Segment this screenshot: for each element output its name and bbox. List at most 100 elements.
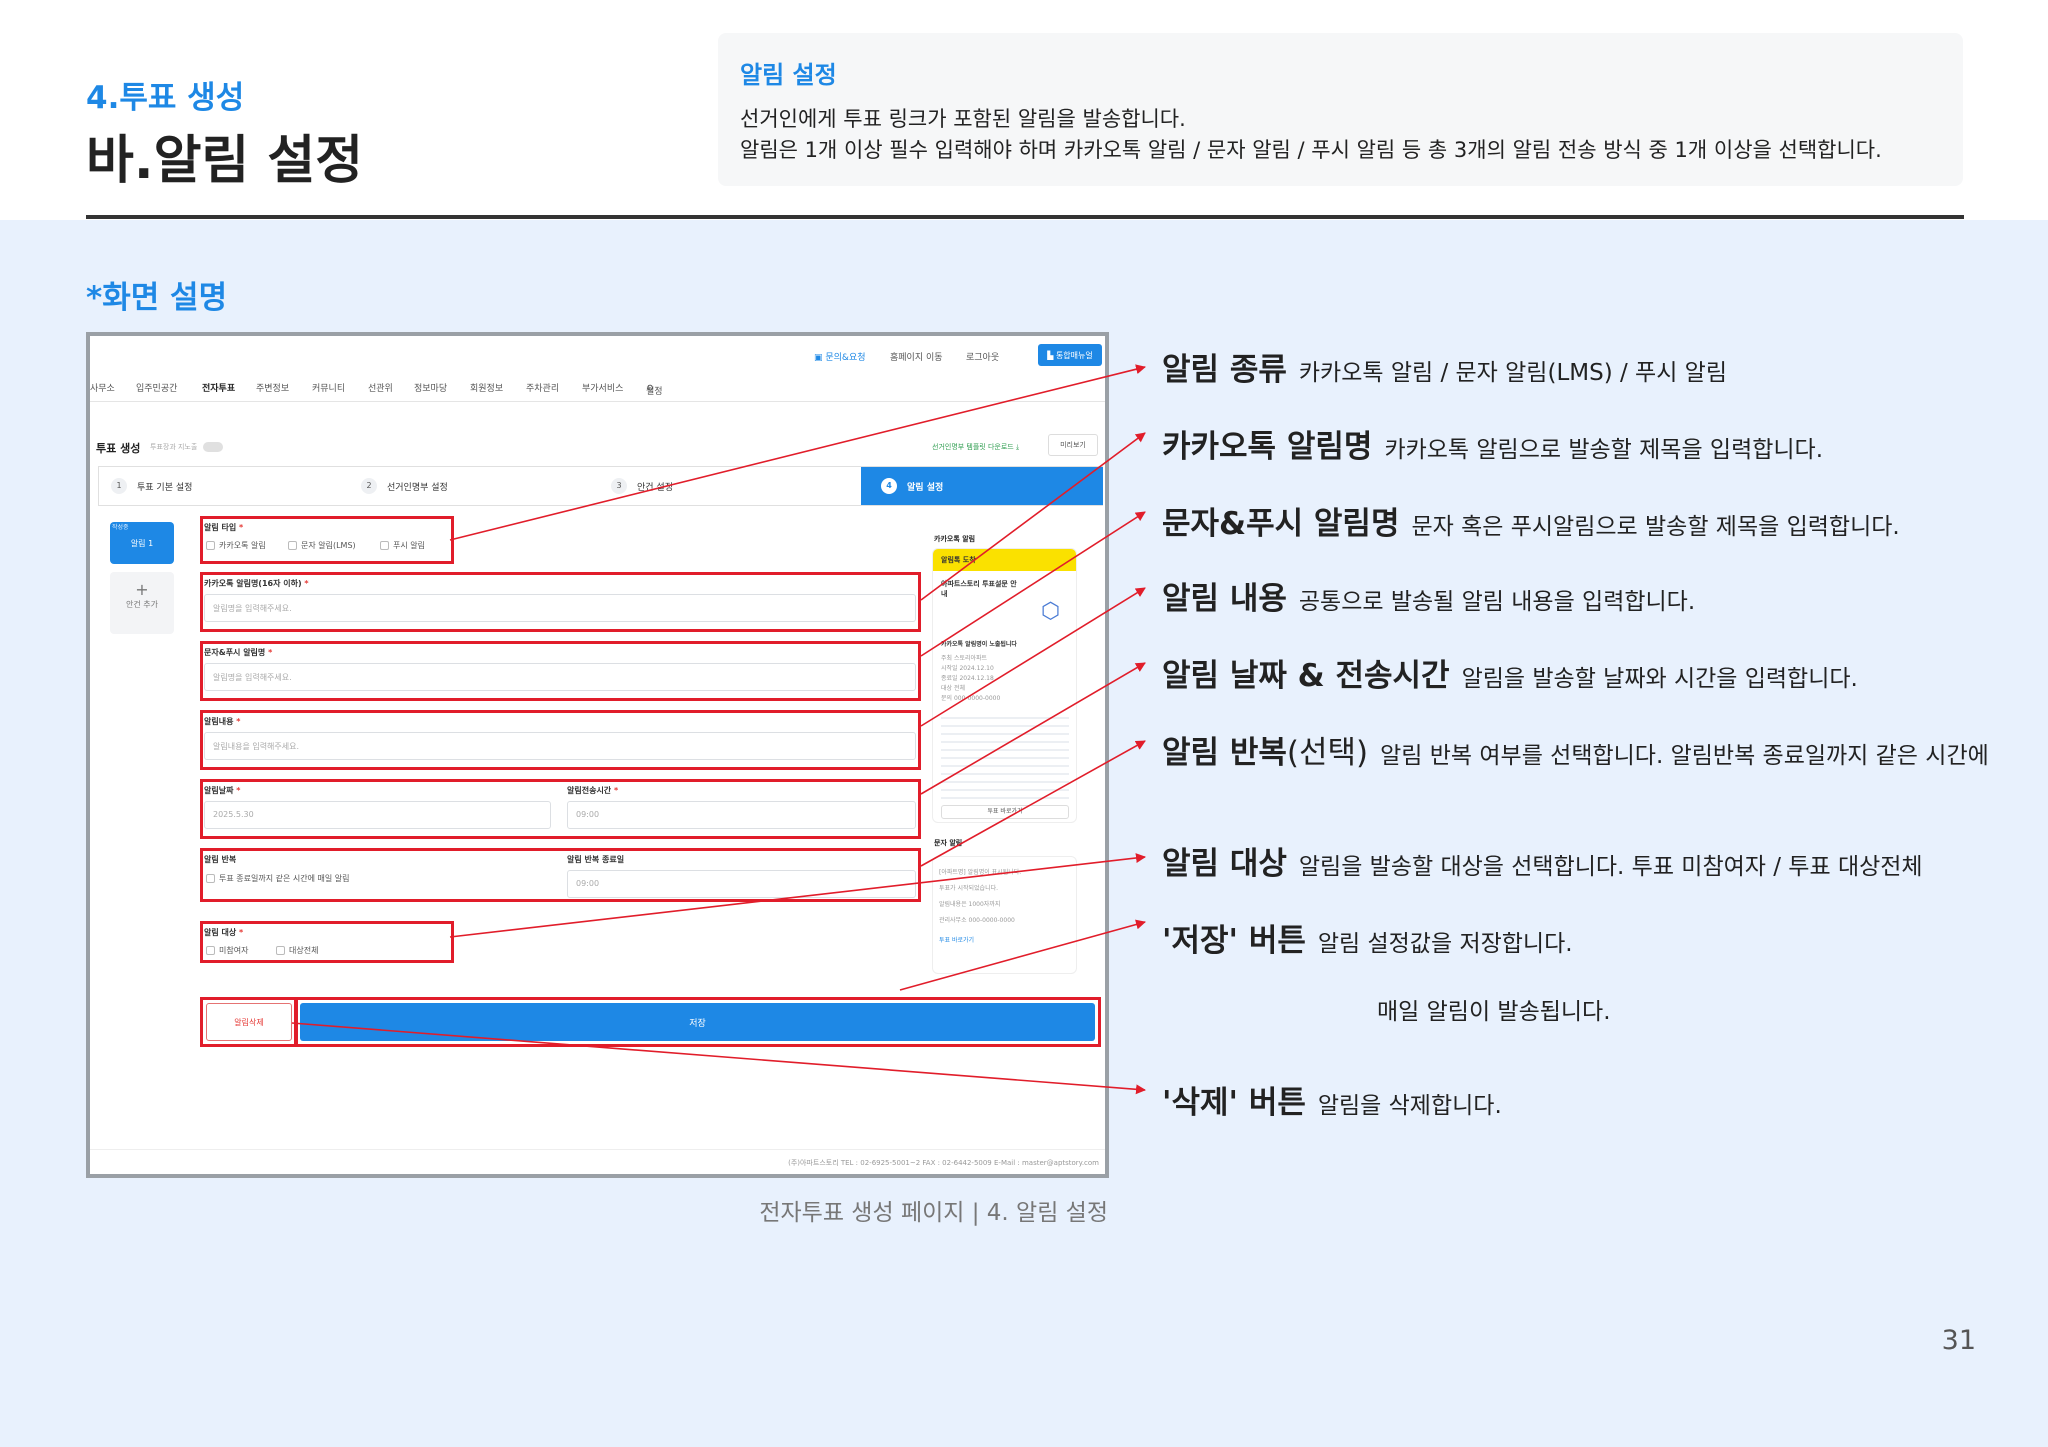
annotation-save: '저장' 버튼 알림 설정값을 저장합니다. (1162, 915, 1573, 960)
tab-label: 알림 1 (130, 539, 154, 548)
download-link[interactable]: 선거인명부 템플릿 다운로드 ⤓ (932, 442, 1019, 452)
title-hint: 투표장과 지노출 (150, 442, 224, 452)
section-title: *화면 설명 (86, 280, 228, 316)
highlight-kakao-name (200, 572, 921, 632)
title-hint-label: 투표장과 지노출 (150, 443, 198, 451)
annotation-title: 알림 내용 (1162, 581, 1287, 617)
download-icon: ⤓ (1013, 443, 1020, 451)
annotation-desc: 카카오톡 알림 / 문자 알림(LMS) / 푸시 알림 (1298, 360, 1727, 386)
preview-kakao-card: 알림톡 도착 아파트스토리 투표설문 안내 ⬡ 카카오톡 알림명이 노출됩니다 … (932, 548, 1077, 823)
info-title: 알림 설정 (740, 61, 837, 89)
nav-item[interactable]: 커뮤니티 (312, 381, 345, 394)
ballot-box-icon: ⬡ (1041, 599, 1061, 624)
info-box: 알림 설정 선거인에게 투표 링크가 포함된 알림을 발송합니다. 알림은 1개… (718, 33, 1963, 186)
nav-settings-label: 설정 (646, 387, 663, 397)
annotation-title: '삭제' 버튼 (1162, 1085, 1306, 1121)
step-label: 투표 기본 설정 (137, 482, 193, 493)
annotation-title: 알림 반복(선택) (1162, 735, 1368, 771)
visibility-toggle[interactable] (203, 442, 224, 452)
alarm-tab[interactable]: 작성중 알림 1 (110, 522, 174, 564)
book-icon: ▙ (1047, 350, 1056, 360)
plus-icon: + (135, 580, 149, 599)
annotation-title: 문자&푸시 알림명 (1162, 506, 1400, 542)
header: 4.투표 생성 바.알림 설정 알림 설정 선거인에게 투표 링크가 포함된 알… (0, 0, 2048, 220)
step-item-active[interactable]: 4 알림 설정 (861, 467, 1103, 505)
nav-item[interactable]: 선관위 (368, 381, 393, 394)
screen-footer: (주)아파트스토리 TEL : 02-6925-5001~2 FAX : 02-… (788, 1159, 1099, 1167)
step-label: 선거인명부 설정 (387, 482, 448, 493)
page-number: 31 (1941, 1325, 1976, 1356)
add-alarm-button[interactable]: + 안건 추가 (110, 572, 174, 634)
preview-kakao-notice: 카카오톡 알림명이 노출됩니다 (941, 641, 1017, 648)
add-alarm-label: 안건 추가 (126, 600, 158, 609)
step-label: 알림 설정 (907, 482, 944, 493)
step-bar: 1 투표 기본 설정 2 선거인명부 설정 3 안건 설정 4 알림 설정 (98, 466, 1103, 506)
annotation-target: 알림 대상 알림을 발송할 대상을 선택합니다. 투표 미참여자 / 투표 대상전… (1162, 838, 1923, 883)
util-logout-link[interactable]: 로그아웃 (966, 350, 999, 363)
preview-button[interactable]: 미리보기 (1048, 434, 1098, 456)
util-home-link[interactable]: 홈페이지 이동 (890, 350, 943, 363)
screenshot-frame: ▣ 문의&요청 홈페이지 이동 로그아웃 ▙ 통합매뉴얼 사무소 입주민공간 전… (86, 332, 1109, 1178)
annotation-alarm-type: 알림 종류 카카오톡 알림 / 문자 알림(LMS) / 푸시 알림 (1162, 344, 1727, 389)
highlight-save (294, 997, 1101, 1047)
nav-item[interactable]: 사무소 (90, 381, 115, 394)
annotation-title: 알림 날짜 & 전송시간 (1162, 658, 1450, 694)
screen-page-title: 투표 생성 (96, 442, 141, 455)
preview-kakao-title: 카카오톡 알림 (934, 535, 976, 543)
util-inquiry-label: 문의&요청 (825, 353, 866, 363)
info-line: 선거인에게 투표 링크가 포함된 알림을 발송합니다. (740, 107, 1186, 131)
annotation-delete: '삭제' 버튼 알림을 삭제합니다. (1162, 1077, 1502, 1122)
annotation-repeat: 알림 반복(선택) 알림 반복 여부를 선택합니다. 알림반복 종료일까지 같은 … (1162, 727, 1989, 772)
annotation-content: 알림 내용 공통으로 발송될 알림 내용을 입력합니다. (1162, 573, 1695, 618)
annotation-date-time: 알림 날짜 & 전송시간 알림을 발송할 날짜와 시간을 입력합니다. (1162, 650, 1858, 695)
annotation-desc: 알림을 발송할 대상을 선택합니다. 투표 미참여자 / 투표 대상전체 (1298, 854, 1923, 880)
step-number: 1 (111, 478, 127, 494)
annotation-desc: 문자 혹은 푸시알림으로 발송할 제목을 입력합니다. (1411, 514, 1900, 540)
info-line: 알림은 1개 이상 필수 입력해야 하며 카카오톡 알림 / 문자 알림 / 푸… (740, 138, 1882, 162)
annotation-repeat-desc2: 매일 알림이 발송됩니다. (1377, 999, 1611, 1025)
preview-sms-line: 투표가 시작되었습니다. (939, 885, 999, 892)
preview-sms-card: [아파트명] 알림명이 표시됩니다. 투표가 시작되었습니다. 알림내용은 10… (932, 856, 1077, 974)
chat-icon: ▣ (814, 353, 826, 363)
global-nav: 사무소 입주민공간 전자투표 주변정보 커뮤니티 선관위 정보마당 회원정보 주… (90, 378, 1105, 402)
annotation-title: 알림 대상 (1162, 846, 1287, 882)
annotation-title: 카카오톡 알림명 (1162, 429, 1373, 465)
preview-kakao-body-title: 아파트스토리 투표설문 안내 (941, 580, 1017, 598)
nav-item[interactable]: 주차관리 (526, 381, 559, 394)
nav-item[interactable]: 부가서비스 (582, 381, 623, 394)
footer-divider (90, 1149, 1105, 1150)
page-title: 바.알림 설정 (86, 131, 364, 191)
nav-item[interactable]: 주변정보 (256, 381, 289, 394)
nav-item[interactable]: 입주민공간 (136, 381, 177, 394)
preview-body-lines (941, 711, 1069, 801)
step-item[interactable]: 2 선거인명부 설정 (361, 467, 611, 505)
annotation-desc: 카카오톡 알림으로 발송할 제목을 입력합니다. (1384, 437, 1824, 463)
annotation-desc: 공통으로 발송될 알림 내용을 입력합니다. (1298, 589, 1696, 615)
preview-sms-link: 투표 바로가기 (939, 937, 975, 944)
highlight-date-time (200, 779, 921, 839)
annotation-title-paren: (선택) (1286, 735, 1369, 771)
download-link-label: 선거인명부 템플릿 다운로드 (932, 443, 1014, 451)
header-divider (86, 215, 1964, 219)
main-area: *화면 설명 ▣ 문의&요청 홈페이지 이동 로그아웃 ▙ 통합매뉴얼 사무소 … (0, 220, 2048, 1447)
preview-kakao-header: 알림톡 도착 (933, 549, 1076, 571)
util-inquiry-link[interactable]: ▣ 문의&요청 (814, 350, 866, 363)
section-number: 4.투표 생성 (86, 80, 245, 116)
nav-item[interactable]: 회원정보 (470, 381, 503, 394)
figure-caption: 전자투표 생성 페이지 | 4. 알림 설정 (759, 1200, 1108, 1226)
annotation-title: 알림 종류 (1162, 352, 1287, 388)
preview-row: 종료일 2024.12.18 (941, 675, 994, 682)
preview-row: 문의 000-0000-0000 (941, 695, 1001, 702)
preview-kakao-link: 투표 바로가기 (941, 805, 1069, 819)
step-item[interactable]: 3 안건 설정 (611, 467, 861, 505)
annotation-desc: 알림을 발송할 날짜와 시간을 입력합니다. (1461, 666, 1858, 692)
nav-item-active[interactable]: 전자투표 (202, 381, 235, 394)
annotation-kakao-name: 카카오톡 알림명 카카오톡 알림으로 발송할 제목을 입력합니다. (1162, 421, 1823, 466)
step-item[interactable]: 1 투표 기본 설정 (111, 467, 361, 505)
nav-item[interactable]: 정보마당 (414, 381, 447, 394)
highlight-content (200, 710, 921, 770)
preview-row: 주최 스토리아파트 (941, 655, 988, 662)
annotation-title: '저장' 버튼 (1162, 923, 1306, 959)
manual-button[interactable]: ▙ 통합매뉴얼 (1038, 344, 1102, 366)
step-label: 안건 설정 (637, 482, 673, 493)
